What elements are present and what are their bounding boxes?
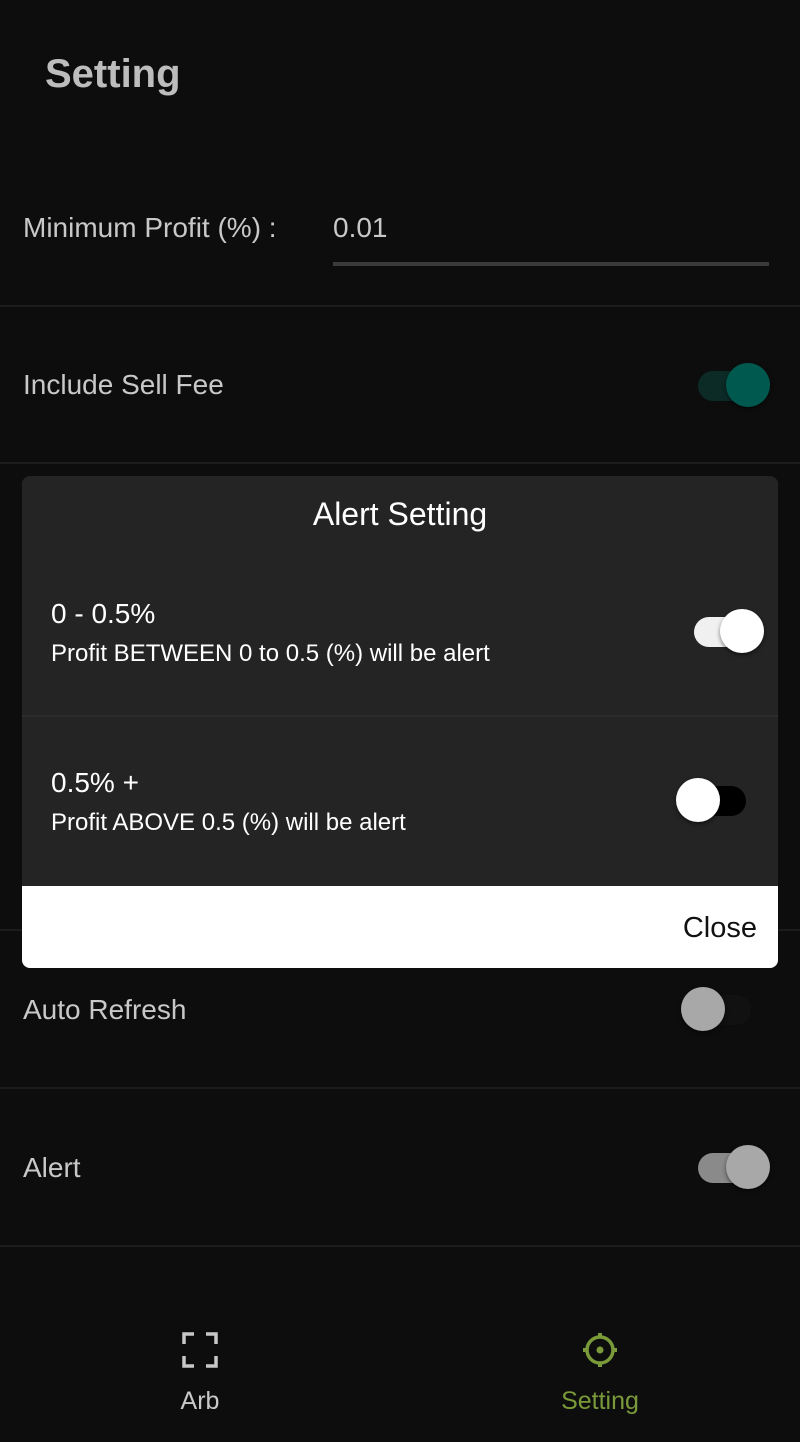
alert-option-0-toggle[interactable] bbox=[694, 609, 766, 653]
gear-icon bbox=[583, 1333, 617, 1367]
min-profit-input[interactable]: 0.01 bbox=[333, 208, 769, 266]
auto-refresh-label: Auto Refresh bbox=[23, 994, 187, 1025]
divider bbox=[0, 305, 800, 307]
alert-option-title: 0 - 0.5% bbox=[51, 598, 156, 629]
alert-label: Alert bbox=[23, 1152, 81, 1183]
alert-option-1-toggle[interactable] bbox=[676, 778, 748, 822]
nav-label: Setting bbox=[561, 1387, 639, 1415]
alert-option-subtitle: Profit BETWEEN 0 to 0.5 (%) will be aler… bbox=[51, 640, 490, 667]
include-sell-fee-toggle[interactable] bbox=[698, 363, 770, 407]
divider bbox=[0, 1087, 800, 1089]
scan-frame-icon bbox=[182, 1332, 218, 1368]
divider bbox=[0, 462, 800, 464]
nav-item-arb[interactable]: Arb bbox=[0, 1330, 400, 1416]
include-sell-fee-label: Include Sell Fee bbox=[23, 369, 224, 400]
alert-setting-dialog: Alert Setting 0 - 0.5% Profit BETWEEN 0 … bbox=[22, 476, 778, 968]
auto-refresh-toggle[interactable] bbox=[681, 987, 753, 1031]
close-button[interactable]: Close bbox=[683, 912, 757, 945]
dialog-footer: Close bbox=[22, 886, 778, 968]
alert-option-subtitle: Profit ABOVE 0.5 (%) will be alert bbox=[51, 809, 406, 836]
dialog-title: Alert Setting bbox=[312, 496, 488, 532]
page-title: Setting bbox=[45, 52, 181, 96]
divider bbox=[0, 1245, 800, 1247]
alert-toggle[interactable] bbox=[698, 1145, 770, 1189]
divider bbox=[22, 715, 778, 717]
nav-label: Arb bbox=[180, 1387, 220, 1415]
min-profit-label: Minimum Profit (%) : bbox=[23, 212, 277, 243]
nav-item-setting[interactable]: Setting bbox=[400, 1330, 800, 1416]
alert-option-title: 0.5% + bbox=[51, 767, 139, 798]
